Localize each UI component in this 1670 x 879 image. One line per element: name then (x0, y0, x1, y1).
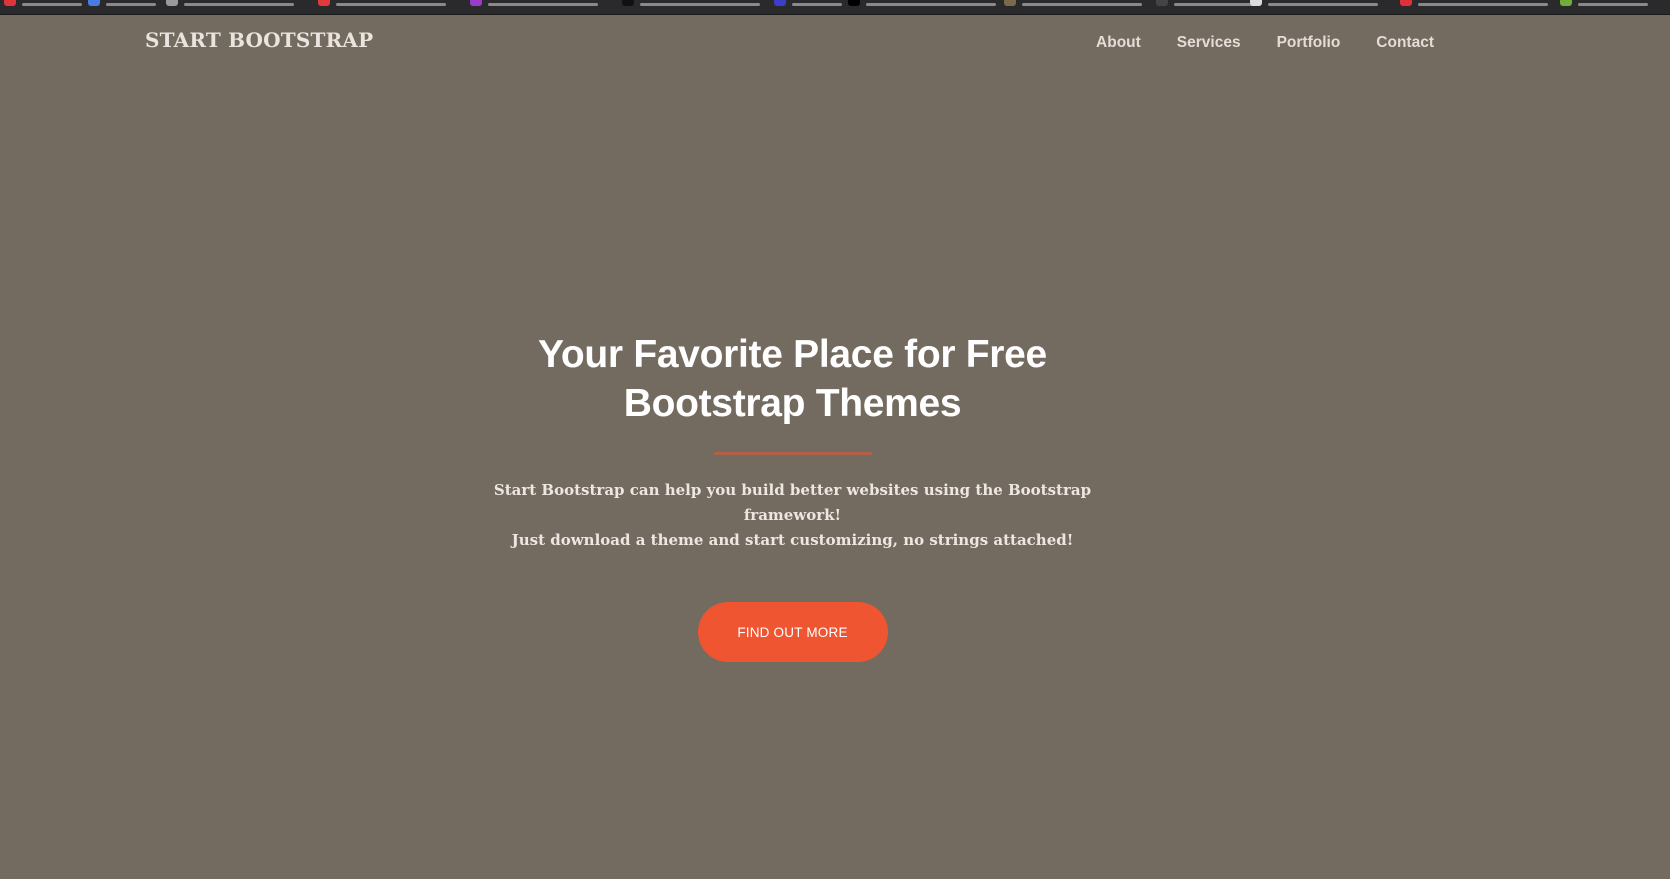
browser-bookmarks-bar (0, 0, 1670, 15)
hero-section: Your Favorite Place for Free Bootstrap T… (0, 330, 1585, 662)
bookmark-item[interactable] (1400, 0, 1548, 6)
nav-links: About Services Portfolio Contact (1096, 34, 1434, 52)
nav-link-contact[interactable]: Contact (1376, 34, 1434, 52)
hero-description-line-2: Just download a theme and start customiz… (511, 531, 1074, 549)
bookmark-item[interactable] (848, 0, 996, 6)
find-out-more-button[interactable]: FIND OUT MORE (697, 602, 888, 662)
hero-divider (713, 452, 872, 455)
bookmark-item[interactable] (4, 0, 82, 6)
bookmark-item[interactable] (1004, 0, 1142, 6)
bookmark-item[interactable] (318, 0, 446, 6)
bookmark-item[interactable] (1250, 0, 1378, 6)
hero-description-line-1: Start Bootstrap can help you build bette… (493, 481, 1092, 524)
hero-description: Start Bootstrap can help you build bette… (473, 478, 1113, 553)
bookmark-item[interactable] (774, 0, 842, 6)
bookmark-item[interactable] (1560, 0, 1648, 6)
bookmark-item[interactable] (622, 0, 760, 6)
bookmark-item[interactable] (88, 0, 156, 6)
nav-link-portfolio[interactable]: Portfolio (1277, 34, 1341, 52)
main-navbar: START BOOTSTRAP About Services Portfolio… (0, 14, 1670, 74)
nav-link-about[interactable]: About (1096, 34, 1141, 52)
bookmark-item[interactable] (470, 0, 598, 6)
brand-logo-link[interactable]: START BOOTSTRAP (145, 28, 373, 52)
hero-title: Your Favorite Place for Free Bootstrap T… (538, 333, 1047, 425)
bookmark-item[interactable] (1156, 0, 1254, 6)
bookmark-item[interactable] (166, 0, 294, 6)
nav-link-services[interactable]: Services (1177, 34, 1241, 52)
